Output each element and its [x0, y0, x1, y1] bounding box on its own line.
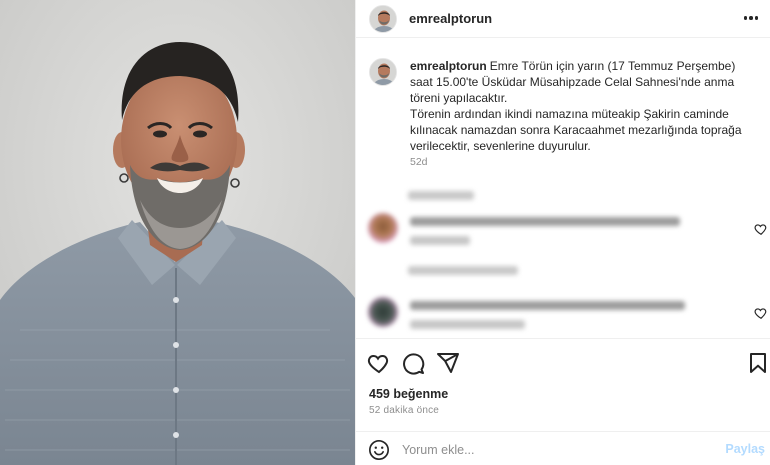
- likes-count[interactable]: 459 beğenme: [369, 387, 448, 401]
- send-icon[interactable]: [436, 351, 460, 375]
- more-horizontal-icon: [743, 16, 748, 20]
- caption-timestamp[interactable]: 52d: [410, 156, 428, 168]
- more-options-button[interactable]: [739, 8, 763, 28]
- comment-avatar[interactable]: [368, 213, 398, 243]
- comment-icon[interactable]: [401, 351, 425, 375]
- caption-author-avatar[interactable]: [369, 58, 397, 86]
- caption-line-2: Törenin ardından ikindi namazına müteaki…: [410, 107, 742, 153]
- avatar-image: [370, 59, 396, 85]
- post-photo[interactable]: [0, 0, 355, 465]
- comment-item: [356, 208, 770, 252]
- avatar-image: [370, 6, 396, 32]
- comment-like-heart-icon[interactable]: [754, 222, 768, 236]
- add-comment-form: Paylaş: [356, 431, 770, 465]
- heart-icon[interactable]: [367, 351, 391, 375]
- caption-username[interactable]: emrealptorun: [410, 59, 487, 73]
- emoji-icon[interactable]: [368, 439, 390, 461]
- post-photo-illustration: [0, 0, 355, 465]
- author-username[interactable]: emrealptorun: [409, 11, 492, 26]
- post-actions: 459 beğenme 52 dakika önce Paylaş: [356, 338, 770, 465]
- bookmark-icon[interactable]: [746, 351, 770, 375]
- post-header: emrealptorun: [356, 0, 770, 38]
- post-timestamp[interactable]: 52 dakika önce: [369, 405, 439, 416]
- caption-text: emrealptorun Emre Törün için yarın (17 Te…: [410, 58, 750, 154]
- comment-like-heart-icon[interactable]: [754, 306, 768, 320]
- post-detail-panel: emrealptorun emrealptorun Emre Törün için…: [355, 0, 770, 465]
- author-avatar[interactable]: [369, 5, 397, 33]
- post-comment-button[interactable]: Paylaş: [725, 442, 765, 456]
- comment-input[interactable]: [402, 440, 702, 460]
- comment-item: [356, 292, 770, 336]
- comment-avatar[interactable]: [368, 297, 398, 327]
